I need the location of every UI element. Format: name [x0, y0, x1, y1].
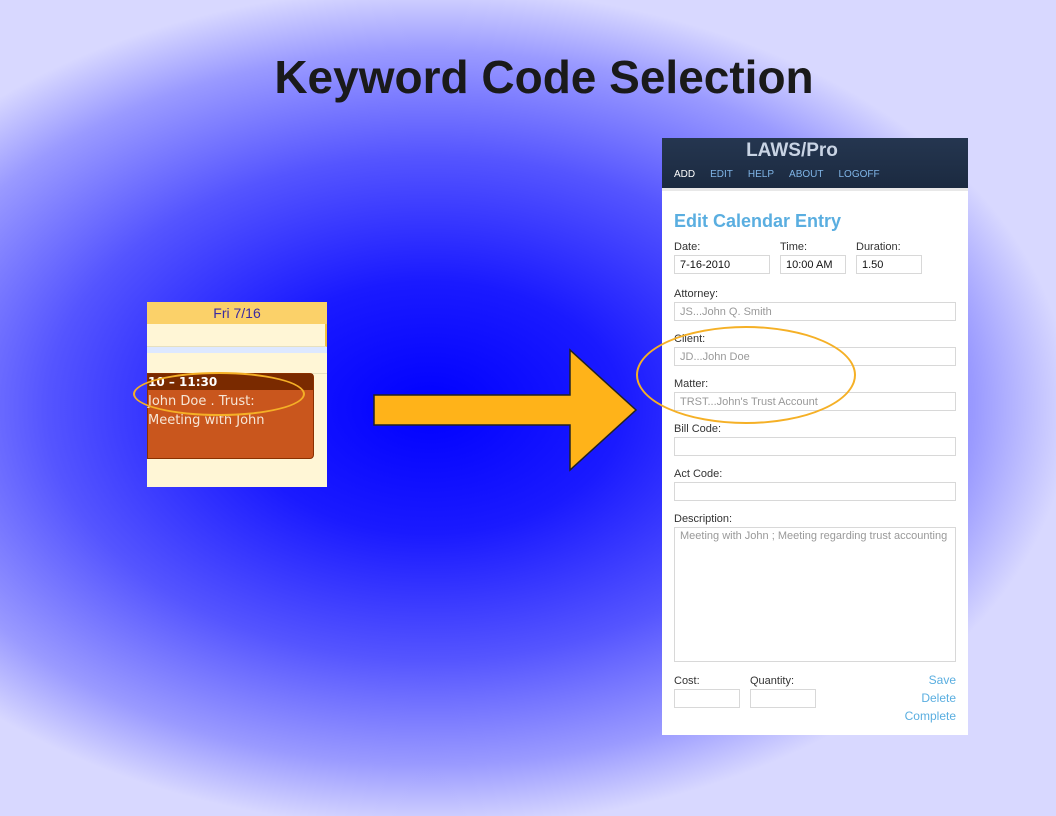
header-divider	[662, 188, 968, 191]
nav-help[interactable]: HELP	[748, 169, 774, 180]
delete-link[interactable]: Delete	[905, 689, 956, 707]
cost-input[interactable]	[674, 689, 740, 708]
bill-code-label: Bill Code:	[674, 423, 722, 435]
nav-logoff[interactable]: LOGOFF	[838, 169, 879, 180]
app-title: LAWS/Pro	[746, 140, 838, 161]
app-header: LAWS/Pro ADD EDIT HELP ABOUT LOGOFF	[662, 138, 968, 188]
highlight-ellipse-event	[133, 372, 305, 416]
nav-about[interactable]: ABOUT	[789, 169, 823, 180]
complete-link[interactable]: Complete	[905, 707, 956, 725]
act-code-input[interactable]	[674, 482, 956, 501]
slide-title: Keyword Code Selection	[274, 51, 814, 103]
date-time-row: Date: 7-16-2010 Time: 10:00 AM Duration:…	[674, 241, 956, 274]
nav-add[interactable]: ADD	[674, 169, 695, 180]
quantity-input[interactable]	[750, 689, 816, 708]
time-label: Time:	[780, 241, 808, 253]
nav-edit[interactable]: EDIT	[710, 169, 733, 180]
quantity-label: Quantity:	[750, 675, 795, 687]
description-label: Description:	[674, 513, 733, 525]
attorney-input[interactable]: JS...John Q. Smith	[674, 302, 956, 321]
footer-row: Cost: Quantity: Save Delete Complete	[674, 673, 956, 725]
calendar-day-header: Fri 7/16	[147, 302, 327, 324]
calendar-time-row	[147, 353, 327, 374]
right-arrow-icon	[373, 348, 638, 472]
edit-form: Edit Calendar Entry Date: 7-16-2010 Time…	[662, 211, 968, 725]
duration-label: Duration:	[856, 241, 901, 253]
time-input[interactable]: 10:00 AM	[780, 255, 846, 274]
form-title: Edit Calendar Entry	[674, 211, 842, 231]
cost-label: Cost:	[674, 675, 700, 687]
highlight-ellipse-client-matter	[636, 326, 856, 424]
description-textarea[interactable]: Meeting with John ; Meeting regarding tr…	[674, 527, 956, 662]
laws-pro-app: LAWS/Pro ADD EDIT HELP ABOUT LOGOFF Edit…	[662, 138, 968, 735]
nav-bar: ADD EDIT HELP ABOUT LOGOFF	[662, 169, 968, 180]
act-code-label: Act Code:	[674, 468, 723, 480]
date-input[interactable]: 7-16-2010	[674, 255, 770, 274]
action-links: Save Delete Complete	[905, 671, 956, 725]
attorney-label: Attorney:	[674, 288, 719, 300]
save-link[interactable]: Save	[905, 671, 956, 689]
calendar-allday-row	[147, 324, 327, 347]
bill-code-input[interactable]	[674, 437, 956, 456]
duration-input[interactable]: 1.50	[856, 255, 922, 274]
date-label: Date:	[674, 241, 701, 253]
